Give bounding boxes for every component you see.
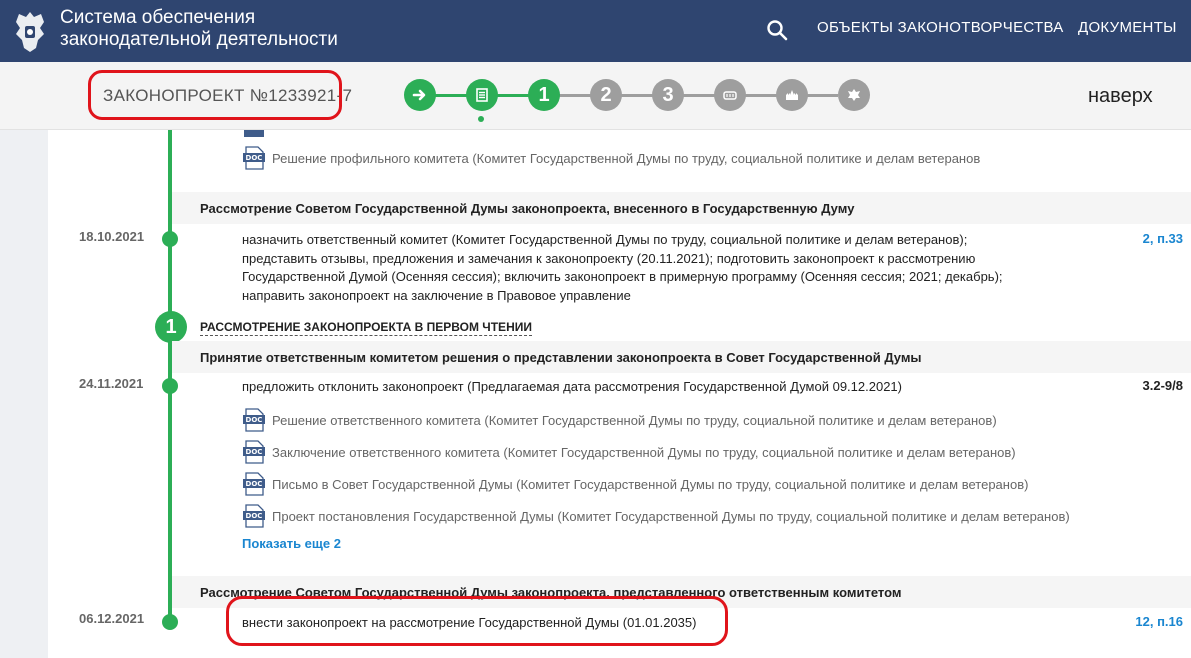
timeline-dot [162, 614, 178, 630]
timeline-dot [162, 378, 178, 394]
event-decision: предложить отклонить законопроект (Предл… [242, 379, 902, 394]
eagle-icon [848, 89, 860, 101]
decision-line: назначить ответственный комитет (Комитет… [242, 232, 968, 247]
arrow-right-icon [412, 89, 426, 101]
stage-introduction[interactable] [404, 79, 436, 111]
back-to-top-link[interactable]: наверх [1088, 85, 1153, 108]
svg-text:DOC: DOC [246, 480, 263, 488]
document-link[interactable]: DOC Заключение ответственного комитета (… [242, 440, 1016, 464]
nav-documents[interactable]: ДОКУМЕНТЫ [1078, 19, 1177, 36]
doc-icon: DOC [243, 440, 265, 464]
protocol-ref[interactable]: 12, п.16 [1135, 614, 1183, 629]
event-heading: Принятие ответственным комитетом решения… [172, 341, 1191, 373]
document-title: Письмо в Совет Государственной Думы (Ком… [272, 476, 1029, 492]
svg-text:DOC: DOC [246, 416, 263, 424]
document-link[interactable]: DOC Письмо в Совет Государственной Думы … [242, 472, 1028, 496]
stage-president[interactable] [776, 79, 808, 111]
app-title-line2: законодательной деятельности [60, 29, 338, 50]
decision-line: Государственной Думой (Осенняя сессия); … [242, 269, 1003, 284]
doc-icon: DOC [243, 472, 265, 496]
event-heading: Рассмотрение Советом Государственной Дум… [172, 192, 1191, 224]
coat-of-arms-icon[interactable] [10, 8, 50, 54]
document-title: Решение ответственного комитета (Комитет… [272, 412, 997, 428]
app-title[interactable]: Система обеспечения законодательной деят… [60, 7, 338, 51]
svg-text:DOC: DOC [246, 512, 263, 520]
decision-line: направить законопроект на заключение в П… [242, 287, 631, 303]
document-link[interactable]: DOC Решение ответственного комитета (Ком… [242, 408, 997, 432]
doc-icon: DOC [243, 408, 265, 432]
protocol-ref-link[interactable]: 12, п.16 [1135, 614, 1183, 629]
event-date: 24.11.2021 [79, 376, 144, 391]
doc-icon [244, 130, 264, 137]
protocol-ref-link[interactable]: 2, п.33 [1143, 231, 1183, 246]
stage-first-reading[interactable]: 1 [528, 79, 560, 111]
parliament-icon [723, 91, 737, 100]
svg-text:DOC: DOC [246, 154, 263, 162]
document-title: Решение профильного комитета (Комитет Го… [272, 150, 981, 166]
protocol-ref[interactable]: 2, п.33 [1143, 231, 1183, 246]
decision-line: представить отзывы, предложения и замеча… [242, 250, 976, 266]
event-date: 06.12.2021 [79, 611, 145, 626]
show-more-documents-link[interactable]: Показать еще 2 [242, 536, 341, 551]
document-list-icon [476, 88, 488, 102]
search-icon[interactable] [766, 19, 788, 41]
stage-second-reading[interactable]: 2 [590, 79, 622, 111]
stage-preliminary[interactable] [466, 79, 498, 111]
document-link[interactable]: DOC Проект постановления Государственной… [242, 504, 1070, 528]
document-link[interactable]: DOC Решение профильного комитета (Комите… [242, 146, 980, 170]
stage-marker-first-reading: 1 [155, 311, 187, 343]
highlight-decision [226, 596, 728, 646]
event-date: 18.10.2021 [79, 229, 145, 244]
kremlin-icon [786, 90, 798, 100]
protocol-ref: 3.2-9/8 [1142, 378, 1183, 393]
top-header: Система обеспечения законодательной деят… [0, 0, 1191, 62]
stage-bar: ЗАКОНОПРОЕКТ №1233921-7 1 2 3 наверх [0, 62, 1191, 130]
app-title-line1: Система обеспечения [60, 7, 256, 28]
stage-publication[interactable] [838, 79, 870, 111]
doc-icon: DOC [243, 146, 265, 170]
nav-lawmaking-objects[interactable]: ОБЪЕКТЫ ЗАКОНОТВОРЧЕСТВА [817, 19, 1064, 36]
stage-federation-council[interactable] [714, 79, 746, 111]
timeline-dot [162, 231, 178, 247]
svg-text:DOC: DOC [246, 448, 263, 456]
document-title: Заключение ответственного комитета (Коми… [272, 444, 1016, 460]
active-stage-indicator [478, 116, 484, 122]
doc-icon: DOC [243, 504, 265, 528]
event-decision: назначить ответственный комитет (Комитет… [242, 231, 1003, 305]
document-title: Проект постановления Государственной Дум… [272, 508, 1070, 524]
stage-title-first-reading[interactable]: РАССМОТРЕНИЕ ЗАКОНОПРОЕКТА В ПЕРВОМ ЧТЕН… [200, 320, 532, 336]
highlight-bill-number [88, 70, 342, 120]
stage-third-reading[interactable]: 3 [652, 79, 684, 111]
